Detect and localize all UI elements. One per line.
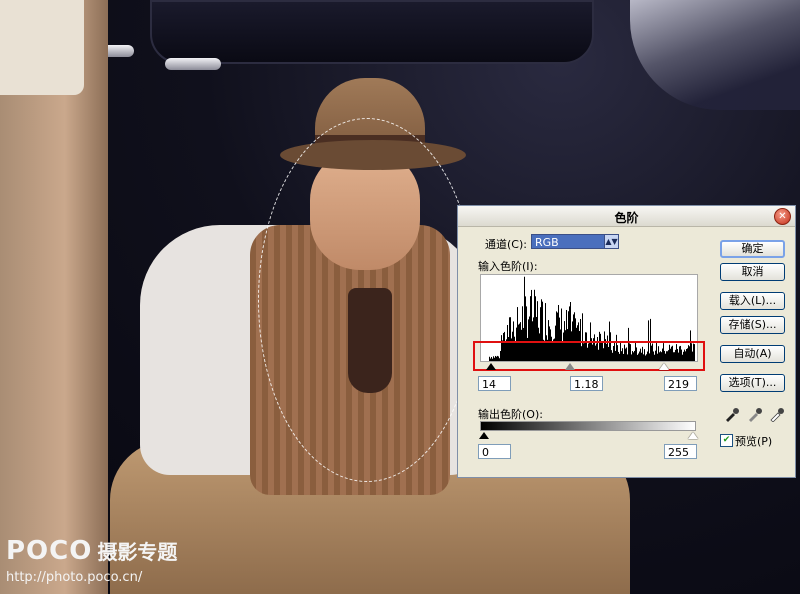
woman-blouse [0, 0, 84, 95]
elliptical-selection-marquee[interactable] [258, 118, 476, 482]
car-chrome-fender [630, 0, 800, 110]
cancel-button[interactable]: 取消 [720, 263, 785, 281]
load-button[interactable]: 载入(L)... [720, 292, 785, 310]
auto-button[interactable]: 自动(A) [720, 345, 785, 363]
channel-value: RGB [535, 236, 559, 249]
levels-dialog: 色阶 ✕ 通道(C): RGB ▲▼ 输入色阶(I): 14 1.18 219 … [457, 205, 796, 478]
channel-select[interactable]: RGB ▲▼ [531, 234, 619, 249]
save-button[interactable]: 存储(S)... [720, 316, 785, 334]
dialog-title: 色阶 [614, 211, 639, 225]
channel-label: 通道(C): [485, 238, 527, 251]
black-eyedropper-icon[interactable] [724, 406, 740, 422]
watermark: POCO 摄影专题 http://photo.poco.cn/ [6, 536, 177, 585]
gray-eyedropper-icon[interactable] [747, 406, 763, 422]
black-point-slider[interactable] [486, 363, 496, 370]
dialog-titlebar[interactable]: 色阶 ✕ [458, 206, 795, 227]
door-handle-right [165, 58, 221, 70]
output-levels-label: 输出色阶(O): [478, 408, 543, 421]
gamma-slider[interactable] [565, 363, 575, 370]
chevron-down-icon[interactable]: ▲▼ [604, 235, 618, 248]
input-levels-label: 输入色阶(I): [478, 260, 538, 273]
preview-label: 预览(P) [735, 435, 773, 448]
watermark-logo: POCO [6, 536, 93, 566]
output-black-field[interactable]: 0 [478, 444, 511, 459]
output-white-slider[interactable] [688, 432, 698, 439]
close-icon[interactable]: ✕ [774, 208, 791, 225]
options-button[interactable]: 选项(T)... [720, 374, 785, 392]
output-black-slider[interactable] [479, 432, 489, 439]
ok-button[interactable]: 确定 [720, 240, 785, 258]
watermark-url: http://photo.poco.cn/ [6, 570, 143, 585]
white-eyedropper-icon[interactable] [769, 406, 785, 422]
input-black-field[interactable]: 14 [478, 376, 511, 391]
white-point-slider[interactable] [659, 363, 669, 370]
input-gamma-field[interactable]: 1.18 [570, 376, 603, 391]
car-window [150, 0, 594, 64]
preview-checkbox[interactable]: ✔ [720, 434, 733, 447]
output-gradient-bar [480, 421, 696, 431]
output-white-field[interactable]: 255 [664, 444, 697, 459]
watermark-title: 摄影专题 [97, 540, 178, 564]
input-white-field[interactable]: 219 [664, 376, 697, 391]
highlight-box [473, 341, 705, 371]
